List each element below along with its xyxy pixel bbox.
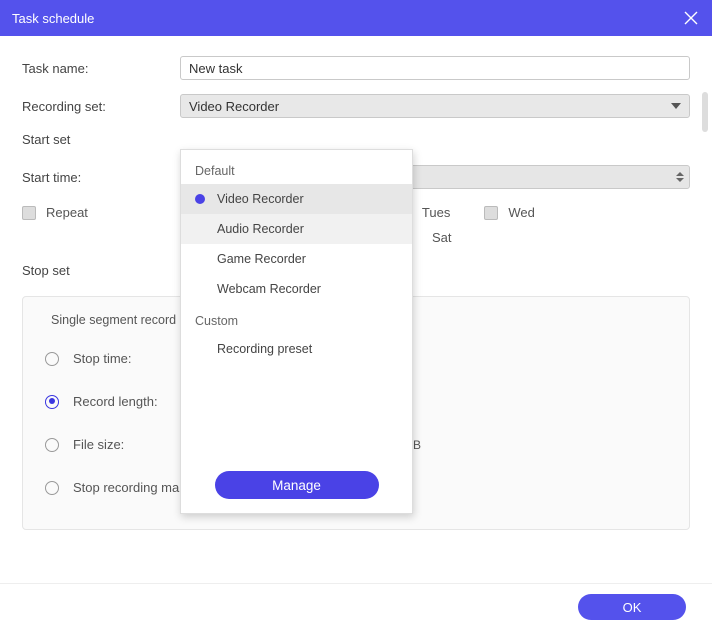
wed-checkbox[interactable] <box>484 206 498 220</box>
chevron-down-icon <box>671 103 681 109</box>
day-wed: Wed <box>484 205 535 220</box>
file-size-label: File size: <box>73 437 147 452</box>
start-time-label: Start time: <box>22 170 180 185</box>
time-stepper[interactable] <box>675 172 685 182</box>
stepper-down-icon[interactable] <box>676 178 684 182</box>
dropdown-group-default: Default <box>181 158 412 184</box>
task-name-label: Task name: <box>22 61 180 76</box>
recording-set-value: Video Recorder <box>189 99 279 114</box>
manage-button[interactable]: Manage <box>215 471 379 499</box>
recording-set-label: Recording set: <box>22 99 180 114</box>
recording-set-select[interactable]: Video Recorder <box>180 94 690 118</box>
repeat-label: Repeat <box>46 205 88 220</box>
repeat-checkbox[interactable] <box>22 206 36 220</box>
scrollbar-thumb[interactable] <box>702 92 708 132</box>
window-title: Task schedule <box>12 11 94 26</box>
task-name-input[interactable] <box>180 56 690 80</box>
content-area: Task name: Recording set: Video Recorder… <box>0 36 712 583</box>
record-length-label: Record length: <box>73 394 158 409</box>
stop-time-radio[interactable] <box>45 352 59 366</box>
dropdown-group-custom: Custom <box>181 308 412 334</box>
dropdown-item-game[interactable]: Game Recorder <box>181 244 412 274</box>
day-tues: Tues <box>422 205 450 220</box>
stop-time-label: Stop time: <box>73 351 132 366</box>
start-set-label: Start set <box>22 132 690 147</box>
day-sat: Sat <box>432 230 452 245</box>
stepper-up-icon[interactable] <box>676 172 684 176</box>
dropdown-item-video[interactable]: Video Recorder <box>181 184 412 214</box>
record-length-radio[interactable] <box>45 395 59 409</box>
titlebar: Task schedule <box>0 0 712 36</box>
file-size-radio[interactable] <box>45 438 59 452</box>
footer: OK <box>0 583 712 630</box>
stop-manual-radio[interactable] <box>45 481 59 495</box>
close-icon[interactable] <box>684 11 698 25</box>
selected-dot-icon <box>195 194 205 204</box>
recording-set-dropdown: Default Video Recorder Audio Recorder Ga… <box>180 149 413 514</box>
dropdown-item-audio[interactable]: Audio Recorder <box>181 214 412 244</box>
dropdown-item-preset[interactable]: Recording preset <box>181 334 412 364</box>
dropdown-item-webcam[interactable]: Webcam Recorder <box>181 274 412 304</box>
ok-button[interactable]: OK <box>578 594 686 620</box>
